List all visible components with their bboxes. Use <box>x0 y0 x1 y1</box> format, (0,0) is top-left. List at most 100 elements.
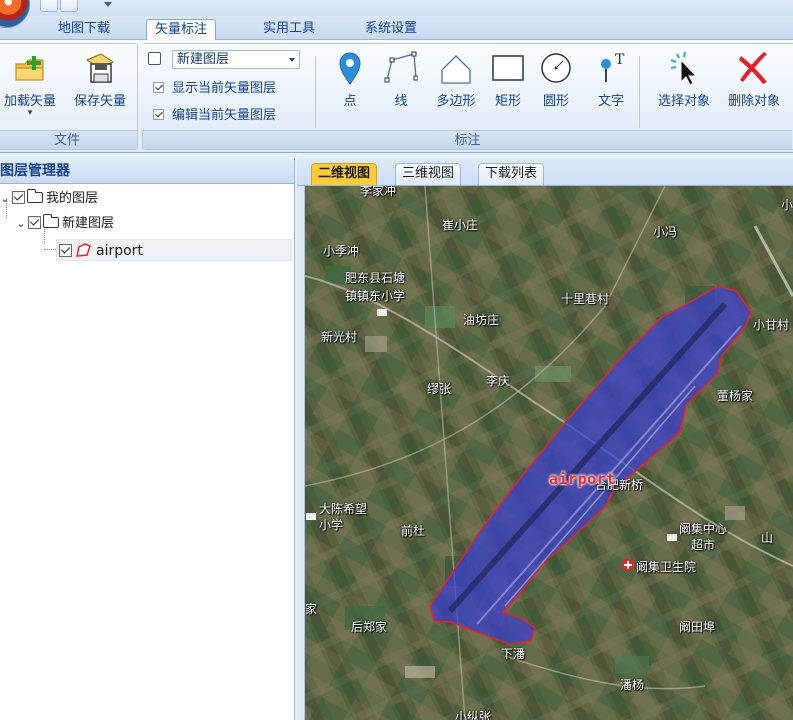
place-label: 下潘 <box>501 647 526 661</box>
polygon-icon <box>439 50 473 86</box>
tree-checkbox[interactable] <box>28 216 41 229</box>
tab-3d-view[interactable]: 三维视图 <box>395 163 462 185</box>
quick-access-dropdown-icon[interactable] <box>104 2 112 7</box>
place-label: 前杜 <box>401 524 426 538</box>
place-label: 小纵张 <box>455 710 492 720</box>
map-pin-icon <box>333 50 367 86</box>
save-vector-icon <box>83 50 117 86</box>
load-vector-label: 加载矢量 <box>3 94 56 109</box>
ribbon: 加载矢量 ▾ 保存矢量 文件 新建图层 显示当前矢量图层 编辑当前矢量图层 点 … <box>0 40 793 153</box>
text-label: 文字 <box>597 94 624 109</box>
map-vertical-scrollbar[interactable] <box>297 186 305 720</box>
layer-manager-panel: 图层管理器 ⌄ 我的图层 ⌄ 新建图层 airport <box>0 158 295 720</box>
place-label: 小冯 <box>653 225 678 239</box>
tree-node-label: 新建图层 <box>62 216 115 231</box>
point-button[interactable]: 点 <box>333 50 367 109</box>
place-label: 潘杨 <box>620 678 645 692</box>
airport-feature-label: airport <box>549 470 616 488</box>
polygon-label: 多边形 <box>436 94 476 109</box>
place-label: 阚集中心 <box>679 522 728 536</box>
place-label: 阚集卫生院 <box>636 560 697 574</box>
map-area: 二维视图 三维视图 下载列表 李家冲 崔小庄 小冯 小季冲 肥东县石塘 镇镇东小… <box>297 158 793 720</box>
tab-map-download[interactable]: 地图下载 <box>50 19 118 41</box>
polyline-icon <box>384 50 419 86</box>
circle-label: 圆形 <box>542 94 569 109</box>
point-label: 点 <box>343 94 357 109</box>
file-group-label: 文件 <box>0 130 137 149</box>
tree-node-my-layers[interactable]: ⌄ 我的图层 <box>0 188 98 210</box>
delete-object-button[interactable]: 删除对象 <box>721 50 787 109</box>
place-label: 后郑家 <box>351 620 388 634</box>
select-object-label: 选择对象 <box>657 94 710 109</box>
place-label: 李庆 <box>486 374 511 388</box>
separator <box>315 56 316 128</box>
quick-access-save-icon[interactable] <box>60 0 78 12</box>
place-label: 阚田埠 <box>679 620 716 634</box>
svg-text:T: T <box>615 52 625 68</box>
polygon-feature-icon <box>74 242 92 266</box>
place-label: 小学 <box>319 518 344 532</box>
place-label: 油坊庄 <box>463 313 500 327</box>
annotation-group-label: 标注 <box>142 130 792 149</box>
circle-button[interactable]: 圆形 <box>538 50 574 109</box>
load-vector-button[interactable]: 加载矢量 ▾ <box>0 50 63 118</box>
cursor-select-icon <box>667 50 701 86</box>
line-label: 线 <box>394 94 408 109</box>
place-label: 小甘村 <box>753 318 790 332</box>
file-group: 加载矢量 ▾ 保存矢量 文件 <box>0 43 138 150</box>
tab-2d-view[interactable]: 二维视图 <box>311 163 378 185</box>
rectangle-icon <box>491 50 525 86</box>
tree-node-new-layer[interactable]: ⌄ 新建图层 <box>16 213 114 235</box>
annotation-group: 点 线 多边形 矩形 圆形 T 文字 选择对象 删除对象 标注 <box>142 43 793 150</box>
place-label: 小 <box>781 198 793 212</box>
rectangle-button[interactable]: 矩形 <box>489 50 527 109</box>
place-label: 超市 <box>691 538 716 552</box>
folder-icon <box>43 214 59 228</box>
view-tabs: 二维视图 三维视图 下载列表 <box>297 158 793 186</box>
tree-node-airport[interactable]: airport <box>56 239 292 261</box>
delete-x-icon <box>737 50 771 86</box>
collapse-chevron-icon[interactable]: ⌄ <box>16 213 26 235</box>
place-label: 崔小庄 <box>442 218 479 232</box>
collapse-chevron-icon[interactable]: ⌄ <box>0 188 10 210</box>
tree-checkbox[interactable] <box>59 244 72 257</box>
tree-node-label: airport <box>96 243 143 259</box>
place-label: 李家冲 <box>360 186 397 198</box>
save-vector-button[interactable]: 保存矢量 <box>67 50 133 109</box>
place-label: 肥东县石塘 <box>345 271 406 285</box>
line-button[interactable]: 线 <box>381 50 421 109</box>
place-label: 新光村 <box>321 330 358 344</box>
text-button[interactable]: T 文字 <box>593 50 629 109</box>
place-label: 小季冲 <box>323 244 360 258</box>
title-bar <box>0 0 793 28</box>
text-pin-icon: T <box>594 50 628 86</box>
place-label: 十里巷村 <box>561 292 610 306</box>
tab-system-settings[interactable]: 系统设置 <box>357 19 425 41</box>
tab-vector-annotation[interactable]: 矢量标注 <box>146 19 217 41</box>
place-label: 董杨家 <box>717 389 754 403</box>
save-vector-label: 保存矢量 <box>73 94 126 109</box>
place-label: 大陈希望 <box>319 502 368 516</box>
place-label: 山 <box>761 531 774 545</box>
place-label: 镇镇东小学 <box>345 289 406 303</box>
layer-manager-title: 图层管理器 <box>0 158 294 184</box>
circle-icon <box>539 50 573 86</box>
delete-object-label: 删除对象 <box>727 94 780 109</box>
separator <box>639 56 640 128</box>
rectangle-label: 矩形 <box>494 94 521 109</box>
tree-checkbox[interactable] <box>12 191 25 204</box>
map-imagery <box>305 186 793 720</box>
satellite-map[interactable]: 李家冲 崔小庄 小冯 小季冲 肥东县石塘 镇镇东小学 十里巷村 油坊庄 新光村 … <box>305 186 793 720</box>
tab-download-list[interactable]: 下载列表 <box>478 163 545 185</box>
polygon-button[interactable]: 多边形 <box>428 50 484 109</box>
place-label: 家 <box>305 602 318 616</box>
load-vector-dropdown-icon[interactable]: ▾ <box>0 109 63 118</box>
tab-utilities[interactable]: 实用工具 <box>255 19 323 41</box>
place-label: 缪张 <box>427 382 452 396</box>
menu-bar: 地图下载 矢量标注 实用工具 系统设置 <box>0 16 793 41</box>
tree-node-label: 我的图层 <box>46 191 99 206</box>
select-object-button[interactable]: 选择对象 <box>651 50 717 109</box>
quick-access-folder-icon[interactable] <box>40 0 58 12</box>
load-vector-icon <box>13 50 47 86</box>
folder-icon <box>27 189 43 203</box>
